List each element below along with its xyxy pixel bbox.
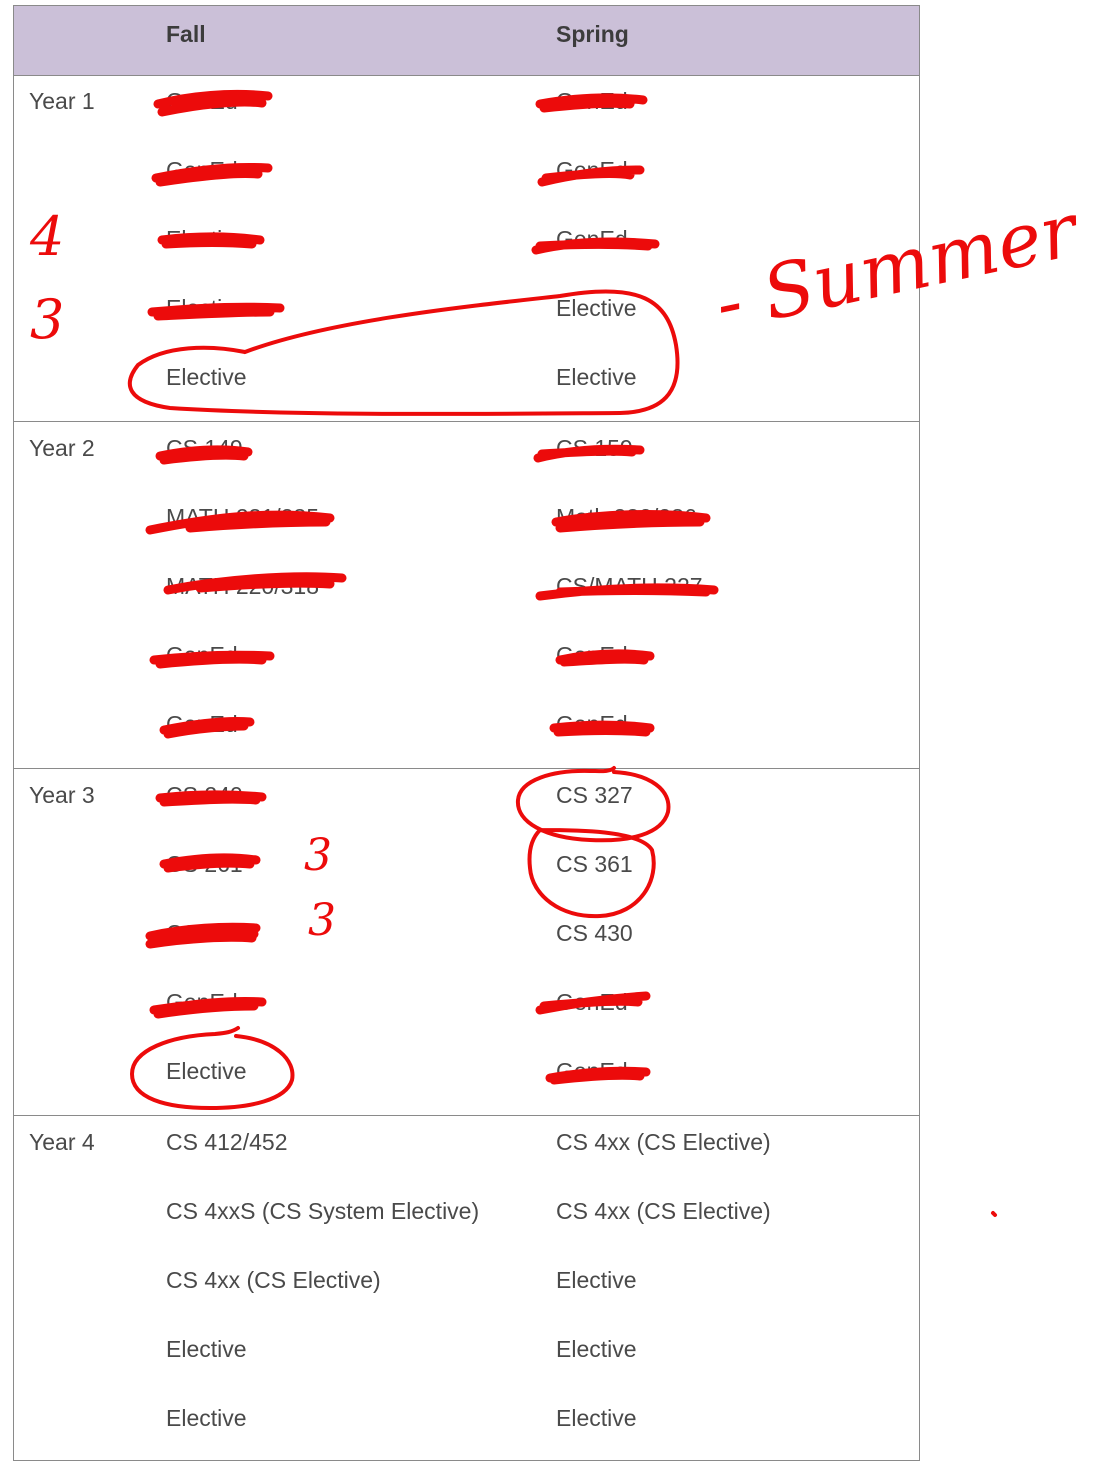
course-spring: Math 232/236 bbox=[556, 504, 697, 530]
course-fall: GenEd bbox=[166, 157, 238, 183]
course-spring: CS 361 bbox=[556, 851, 633, 877]
course-fall: GenEd bbox=[166, 88, 238, 114]
course-fall: Elective bbox=[166, 226, 247, 252]
spring-column-header: Spring bbox=[556, 21, 629, 47]
course-fall: CS 261 bbox=[166, 851, 243, 877]
course-fall: CS 4xxS (CS System Elective) bbox=[166, 1198, 480, 1224]
course-fall: CS 149 bbox=[166, 435, 243, 461]
degree-plan-table: Fall Spring Year 1 GenEd GenEd Elective … bbox=[13, 5, 920, 1461]
course-spring: Elective bbox=[556, 1405, 637, 1431]
course-fall: Elective bbox=[166, 295, 247, 321]
course-fall: Elective bbox=[166, 364, 247, 390]
course-spring: Elective bbox=[556, 364, 637, 390]
year-label: Year 2 bbox=[29, 435, 95, 461]
course-fall: CS 4xx (CS Elective) bbox=[166, 1267, 381, 1293]
course-spring: GenEd bbox=[556, 989, 628, 1015]
course-spring: CS 159 bbox=[556, 435, 633, 461]
fall-column-header: Fall bbox=[166, 21, 206, 47]
ink-dot bbox=[991, 1211, 997, 1217]
course-spring: GenEd bbox=[556, 226, 628, 252]
year-block-3: Year 3 CS 240 CS 261 CS 345 GenEd Electi… bbox=[14, 769, 919, 1116]
course-spring: Elective bbox=[556, 1336, 637, 1362]
course-spring: GenEd bbox=[556, 157, 628, 183]
course-fall: CS 412/452 bbox=[166, 1129, 288, 1155]
course-fall: MATH 231/235 bbox=[166, 504, 319, 530]
course-spring: Elective bbox=[556, 295, 637, 321]
year-label: Year 3 bbox=[29, 782, 95, 808]
course-spring: CS 4xx (CS Elective) bbox=[556, 1198, 771, 1224]
year-block-4: Year 4 CS 412/452 CS 4xxS (CS System Ele… bbox=[14, 1116, 919, 1462]
year-block-1: Year 1 GenEd GenEd Elective Elective Ele… bbox=[14, 75, 919, 422]
year-label: Year 4 bbox=[29, 1129, 95, 1155]
course-spring: Elective bbox=[556, 1267, 637, 1293]
course-fall: Elective bbox=[166, 1336, 247, 1362]
course-spring: CS 4xx (CS Elective) bbox=[556, 1129, 771, 1155]
course-spring: GenEd bbox=[556, 711, 628, 737]
course-fall: Elective bbox=[166, 1405, 247, 1431]
course-spring: GenEd bbox=[556, 1058, 628, 1084]
year-block-2: Year 2 CS 149 MATH 231/235 MATH 220/318 … bbox=[14, 422, 919, 769]
course-spring: GenEd bbox=[556, 642, 628, 668]
year-label: Year 1 bbox=[29, 88, 95, 114]
course-fall: GenEd bbox=[166, 989, 238, 1015]
course-fall: MATH 220/318 bbox=[166, 573, 319, 599]
course-fall: CS 345 bbox=[166, 920, 243, 946]
course-spring: GenEd bbox=[556, 88, 628, 114]
course-fall: GenEd bbox=[166, 642, 238, 668]
course-spring: CS 327 bbox=[556, 782, 633, 808]
course-fall: GenEd bbox=[166, 711, 238, 737]
course-fall: CS 240 bbox=[166, 782, 243, 808]
course-spring: CS 430 bbox=[556, 920, 633, 946]
course-fall: Elective bbox=[166, 1058, 247, 1084]
course-spring: CS/MATH 227 bbox=[556, 573, 703, 599]
table-header: Fall Spring bbox=[14, 6, 919, 76]
